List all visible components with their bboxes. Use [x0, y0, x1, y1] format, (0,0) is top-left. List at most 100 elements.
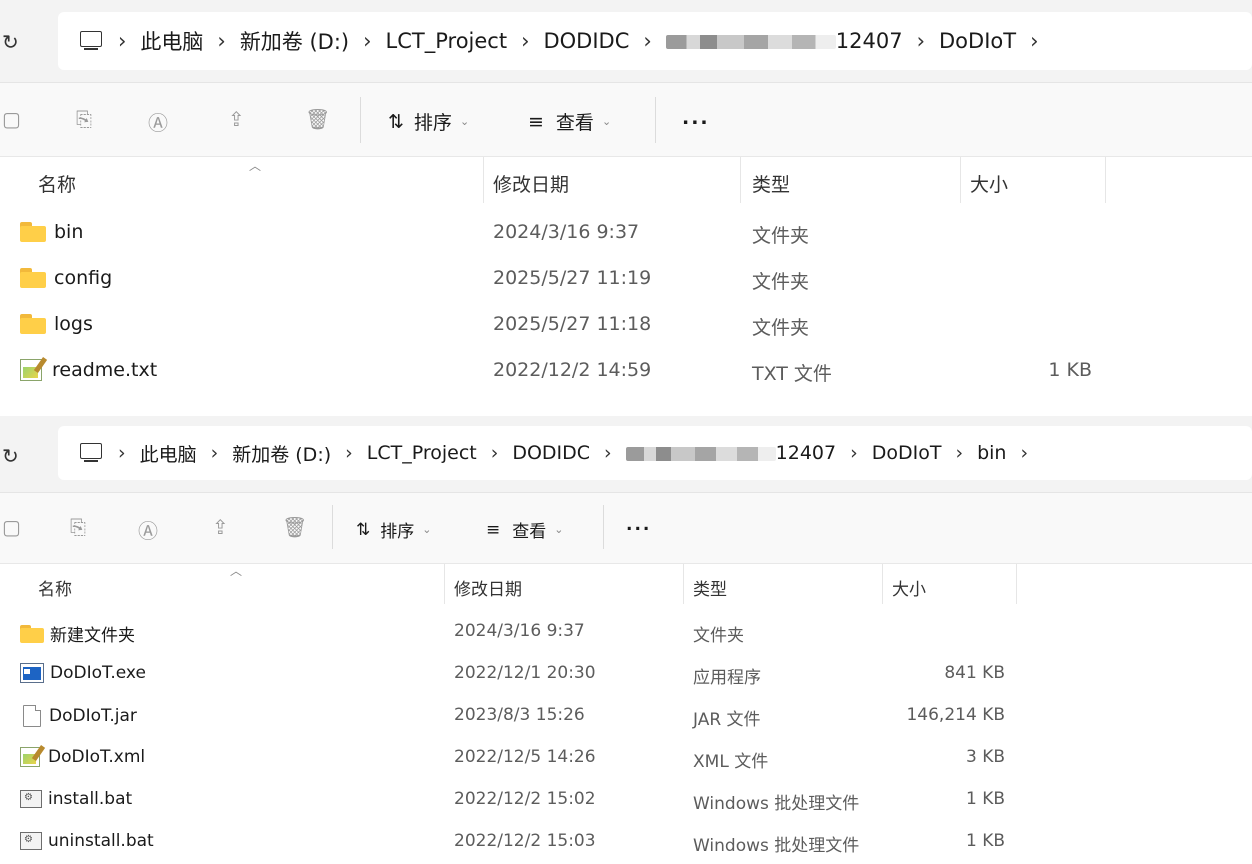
chevron-right-icon[interactable]: › — [521, 29, 529, 53]
share-icon[interactable]: ⇪ — [228, 107, 245, 131]
this-pc-icon[interactable] — [78, 443, 104, 463]
sort-label: 排序 — [413, 112, 452, 134]
file-row[interactable]: readme.txt 2022/12/2 14:59 TXT 文件 1 KB — [0, 347, 1252, 393]
file-row[interactable]: 新建文件夹 2024/3/16 9:37 文件夹 — [0, 610, 1252, 652]
column-divider[interactable] — [444, 564, 445, 604]
column-header-size[interactable]: 大小 — [892, 575, 926, 600]
file-type: 文件夹 — [752, 225, 810, 247]
breadcrumb: › 此电脑 › 新加卷 (D:) › LCT_Project › DODIDC … — [104, 26, 1052, 56]
column-header-date[interactable]: 修改日期 — [493, 170, 569, 197]
chevron-right-icon[interactable]: › — [1020, 442, 1028, 464]
new-item-icon[interactable]: ▢ — [2, 107, 21, 131]
column-divider[interactable] — [683, 564, 684, 604]
file-row[interactable]: DoDIoT.exe 2022/12/1 20:30 应用程序 841 KB — [0, 652, 1252, 694]
share-icon[interactable]: ⇪ — [212, 515, 229, 539]
file-row[interactable]: ⚙ uninstall.bat 2022/12/2 15:03 Windows … — [0, 820, 1252, 862]
breadcrumb-item-redacted[interactable]: 12407 — [665, 29, 903, 53]
chevron-right-icon[interactable]: › — [604, 442, 612, 464]
breadcrumb-item[interactable]: 此电脑 — [140, 440, 197, 467]
column-header-name[interactable]: 名称 — [38, 575, 72, 600]
file-date: 2024/3/16 9:37 — [454, 621, 585, 641]
delete-icon[interactable]: 🗑 — [282, 515, 307, 539]
column-divider[interactable] — [1016, 564, 1017, 604]
breadcrumb-item[interactable]: DODIDC — [543, 29, 629, 53]
address-bar[interactable]: › 此电脑 › 新加卷 (D:) › LCT_Project › DODIDC … — [58, 426, 1252, 480]
new-item-icon[interactable]: ▢ — [2, 515, 21, 539]
file-row[interactable]: DoDIoT.xml 2022/12/5 14:26 XML 文件 3 KB — [0, 736, 1252, 778]
file-row[interactable]: config 2025/5/27 11:19 文件夹 — [0, 255, 1252, 301]
column-header-name[interactable]: 名称 — [38, 170, 76, 197]
file-row[interactable]: DoDIoT.jar 2023/8/3 15:26 JAR 文件 146,214… — [0, 694, 1252, 736]
more-options-button[interactable]: ... — [682, 107, 710, 129]
sort-ascending-icon: ︿ — [249, 159, 262, 173]
chevron-right-icon[interactable]: › — [217, 29, 225, 53]
column-divider[interactable] — [960, 157, 961, 203]
breadcrumb-item[interactable]: LCT_Project — [386, 29, 508, 53]
file-type: JAR 文件 — [693, 710, 761, 730]
file-size: 1 KB — [965, 831, 1005, 851]
chevron-right-icon[interactable]: › — [850, 442, 858, 464]
chevron-right-icon[interactable]: › — [917, 29, 925, 53]
rename-icon[interactable]: Ⓐ — [138, 515, 158, 544]
file-name: DoDIoT.xml — [48, 747, 146, 767]
chevron-right-icon[interactable]: › — [118, 442, 126, 464]
view-button[interactable]: ≡ 查看 ⌄ — [486, 517, 563, 543]
chevron-right-icon[interactable]: › — [211, 442, 219, 464]
more-options-button[interactable]: ... — [626, 515, 651, 535]
column-header-date[interactable]: 修改日期 — [454, 575, 522, 600]
chevron-right-icon[interactable]: › — [345, 442, 353, 464]
chevron-right-icon[interactable]: › — [491, 442, 499, 464]
paste-icon[interactable]: ⎘ — [70, 515, 86, 539]
paste-icon[interactable]: ⎘ — [76, 107, 92, 131]
delete-icon[interactable]: 🗑 — [305, 107, 330, 131]
sort-label: 排序 — [380, 522, 415, 542]
chevron-right-icon[interactable]: › — [643, 29, 651, 53]
breadcrumb-item[interactable]: DODIDC — [512, 442, 590, 464]
file-row[interactable]: ⚙ install.bat 2022/12/2 15:02 Windows 批处… — [0, 778, 1252, 820]
this-pc-icon[interactable] — [78, 31, 104, 51]
sort-button[interactable]: ⇅ 排序 ⌄ — [388, 108, 469, 135]
breadcrumb-item[interactable]: DoDIoT — [939, 29, 1016, 53]
column-header-row: ︿ 名称 修改日期 类型 大小 — [0, 157, 1252, 203]
file-row[interactable]: logs 2025/5/27 11:18 文件夹 — [0, 301, 1252, 347]
file-type: 文件夹 — [693, 626, 744, 646]
view-label: 查看 — [512, 522, 547, 542]
file-date: 2025/5/27 11:19 — [493, 267, 652, 289]
chevron-right-icon[interactable]: › — [363, 29, 371, 53]
file-date: 2022/12/2 14:59 — [493, 359, 652, 381]
file-name: readme.txt — [52, 359, 158, 381]
column-divider[interactable] — [740, 157, 741, 203]
breadcrumb-item[interactable]: LCT_Project — [367, 442, 477, 464]
column-header-type[interactable]: 类型 — [693, 575, 727, 600]
sort-ascending-icon: ︿ — [230, 564, 243, 578]
refresh-icon[interactable]: ↻ — [2, 30, 19, 54]
column-header-type[interactable]: 类型 — [752, 170, 790, 197]
toolbar-divider — [332, 505, 333, 549]
file-row[interactable]: bin 2024/3/16 9:37 文件夹 — [0, 209, 1252, 255]
batch-file-icon: ⚙ — [20, 832, 42, 850]
address-bar[interactable]: › 此电脑 › 新加卷 (D:) › LCT_Project › DODIDC … — [58, 12, 1252, 70]
sort-button[interactable]: ⇅ 排序 ⌄ — [356, 517, 431, 543]
toolbar-divider — [655, 97, 656, 143]
refresh-icon[interactable]: ↻ — [2, 444, 19, 468]
command-toolbar: ▢ ⎘ Ⓐ ⇪ 🗑 ⇅ 排序 ⌄ ≡ 查看 ⌄ ... — [0, 83, 1252, 157]
chevron-right-icon[interactable]: › — [955, 442, 963, 464]
breadcrumb-item[interactable]: bin — [977, 442, 1006, 464]
column-divider[interactable] — [882, 564, 883, 604]
sort-icon: ⇅ — [388, 110, 404, 133]
chevron-right-icon[interactable]: › — [118, 29, 126, 53]
breadcrumb-item[interactable]: 新加卷 (D:) — [240, 26, 349, 56]
breadcrumb-item[interactable]: DoDIoT — [872, 442, 942, 464]
breadcrumb-item-redacted[interactable]: 12407 — [625, 442, 836, 464]
view-button[interactable]: ≡ 查看 ⌄ — [528, 108, 611, 135]
column-divider[interactable] — [483, 157, 484, 203]
column-divider[interactable] — [1105, 157, 1106, 203]
rename-icon[interactable]: Ⓐ — [148, 107, 168, 136]
file-name: bin — [54, 221, 84, 243]
chevron-right-icon[interactable]: › — [1030, 29, 1038, 53]
breadcrumb-item[interactable]: 新加卷 (D:) — [232, 440, 331, 467]
column-header-size[interactable]: 大小 — [970, 170, 1008, 197]
breadcrumb: › 此电脑 › 新加卷 (D:) › LCT_Project › DODIDC … — [104, 440, 1042, 467]
folder-icon — [20, 222, 46, 242]
breadcrumb-item[interactable]: 此电脑 — [140, 26, 203, 56]
